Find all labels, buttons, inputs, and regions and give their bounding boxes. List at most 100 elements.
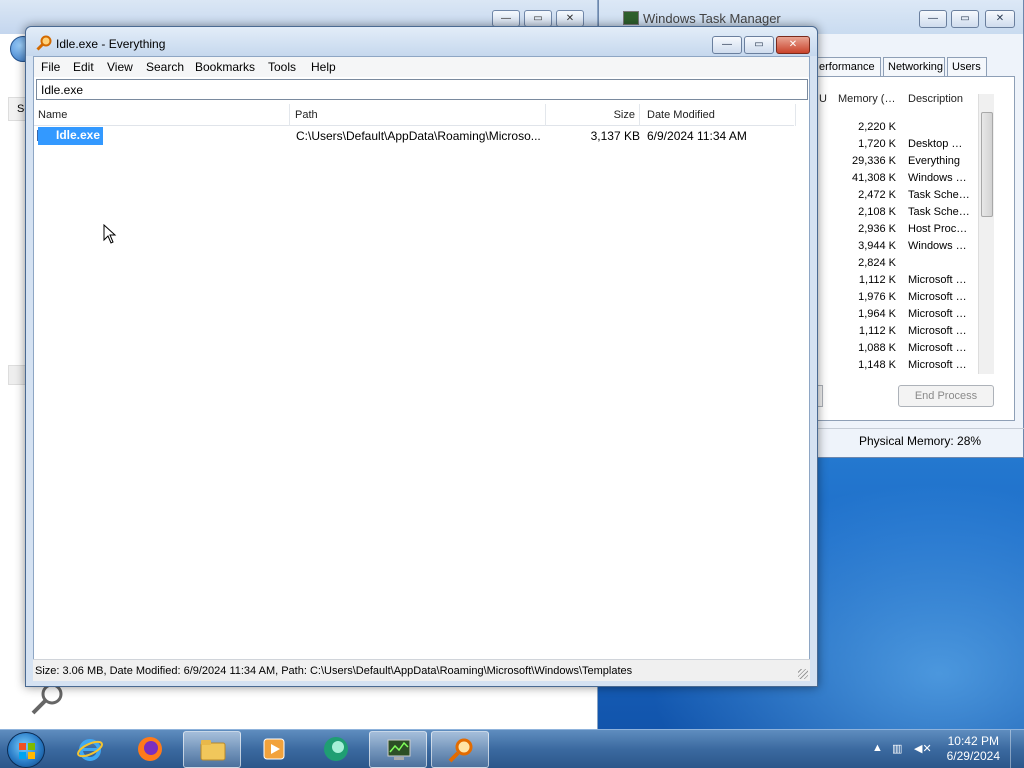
menu-search[interactable]: Search	[146, 60, 184, 74]
process-description[interactable]: Host Proc…	[908, 223, 972, 235]
ev-maximize-button[interactable]: ▭	[744, 36, 774, 54]
everything-window[interactable]: Idle.exe - Everything — ▭ ✕ File Edit Vi…	[25, 26, 818, 687]
tab-networking[interactable]: Networking	[883, 57, 945, 76]
menu-edit[interactable]: Edit	[73, 60, 94, 74]
column-size[interactable]: Size	[546, 104, 640, 126]
process-memory[interactable]: 41,308 K	[829, 172, 896, 184]
taskbar-everything[interactable]	[431, 731, 489, 768]
process-description[interactable]: Task Sche…	[908, 206, 972, 218]
result-name[interactable]: Idle.exe	[38, 127, 104, 145]
process-memory[interactable]: 1,720 K	[829, 138, 896, 150]
process-memory[interactable]: 29,336 K	[829, 155, 896, 167]
result-size[interactable]: 3,137 KB	[546, 129, 640, 143]
menu-tools[interactable]: Tools	[268, 60, 296, 74]
menu-file[interactable]: File	[41, 60, 60, 74]
process-memory[interactable]: 1,964 K	[829, 308, 896, 320]
task-manager-status: Physical Memory: 28%	[815, 428, 1024, 452]
everything-titlebar[interactable]: Idle.exe - Everything — ▭ ✕	[26, 27, 817, 56]
everything-title: Idle.exe - Everything	[56, 37, 166, 51]
mouse-cursor-icon	[103, 224, 117, 244]
everything-magnifier-icon	[36, 35, 52, 51]
taskbar-firefox[interactable]	[121, 731, 179, 768]
clock[interactable]: 10:42 PM 6/29/2024	[947, 734, 1000, 764]
taskbar-green-app[interactable]	[307, 731, 365, 768]
tm-minimize-button[interactable]: —	[919, 10, 947, 28]
windows-logo-icon	[19, 743, 35, 759]
taskbar-media-player[interactable]	[245, 731, 303, 768]
bg-minimize-button[interactable]: —	[492, 10, 520, 27]
process-description[interactable]: Windows …	[908, 172, 972, 184]
column-cpu[interactable]: U	[819, 93, 827, 113]
show-desktop-button[interactable]	[1010, 730, 1024, 768]
process-list-scrollbar[interactable]	[978, 94, 994, 374]
process-description[interactable]: Microsoft …	[908, 325, 972, 337]
bg-maximize-button[interactable]: ▭	[524, 10, 552, 27]
tab-performance[interactable]: erformance	[815, 57, 881, 76]
ev-minimize-button[interactable]: —	[712, 36, 742, 54]
everything-icon	[448, 738, 473, 763]
process-memory[interactable]: 1,976 K	[829, 291, 896, 303]
process-description[interactable]: Desktop …	[908, 138, 972, 150]
result-date[interactable]: 6/9/2024 11:34 AM	[647, 129, 747, 143]
process-description[interactable]: Microsoft …	[908, 274, 972, 286]
process-description[interactable]: Windows …	[908, 240, 972, 252]
column-memory[interactable]: Memory (…	[838, 93, 895, 113]
process-description[interactable]: Microsoft …	[908, 308, 972, 320]
results-header: Name Path Size Date Modified	[34, 104, 796, 126]
taskbar-internet-explorer[interactable]	[61, 731, 119, 768]
ev-close-button[interactable]: ✕	[776, 36, 810, 54]
status-text: Size: 3.06 MB, Date Modified: 6/9/2024 1…	[35, 665, 633, 677]
taskbar: ▲ ▥ ◀✕ 10:42 PM 6/29/2024	[0, 729, 1024, 768]
process-description[interactable]: Microsoft …	[908, 291, 972, 303]
scrollbar-thumb[interactable]	[981, 112, 993, 217]
process-memory[interactable]: 2,936 K	[829, 223, 896, 235]
column-date-modified[interactable]: Date Modified	[640, 104, 796, 126]
process-description[interactable]: Microsoft …	[908, 342, 972, 354]
process-memory[interactable]: 1,088 K	[829, 342, 896, 354]
green-app-icon	[324, 737, 348, 761]
menu-help[interactable]: Help	[311, 60, 336, 74]
result-row[interactable]: Idle.exe C:\Users\Default\AppData\Roamin…	[34, 127, 794, 145]
menu-bar: File Edit View Search Bookmarks Tools He…	[34, 57, 809, 77]
everything-status-bar: Size: 3.06 MB, Date Modified: 6/9/2024 1…	[33, 659, 810, 681]
process-description[interactable]: Everything	[908, 155, 972, 167]
show-hidden-icons-icon[interactable]: ▲	[872, 742, 888, 756]
menu-bookmarks[interactable]: Bookmarks	[195, 60, 255, 74]
column-name[interactable]: Name	[34, 104, 290, 126]
system-tray: ▲ ▥ ◀✕ 10:42 PM 6/29/2024	[864, 730, 1024, 768]
process-description[interactable]: Task Sche…	[908, 189, 972, 201]
column-description[interactable]: Description	[908, 93, 963, 113]
start-button[interactable]	[7, 732, 45, 768]
task-manager-app-icon	[623, 11, 639, 25]
folder-icon	[200, 740, 226, 761]
process-memory[interactable]: 1,112 K	[829, 325, 896, 337]
process-memory[interactable]: 1,148 K	[829, 359, 896, 371]
bg-close-button[interactable]: ✕	[556, 10, 584, 27]
tab-users[interactable]: Users	[947, 57, 987, 76]
result-path[interactable]: C:\Users\Default\AppData\Roaming\Microso…	[296, 129, 541, 143]
process-memory[interactable]: 2,108 K	[829, 206, 896, 218]
resize-grip[interactable]	[798, 669, 808, 679]
menu-view[interactable]: View	[107, 60, 133, 74]
task-manager-title: Windows Task Manager	[643, 11, 781, 26]
process-memory[interactable]: 2,220 K	[829, 121, 896, 133]
tm-close-button[interactable]: ✕	[985, 10, 1015, 28]
task-manager-icon	[387, 739, 411, 760]
end-process-button[interactable]: End Process	[898, 385, 994, 407]
column-path[interactable]: Path	[290, 104, 546, 126]
volume-muted-icon[interactable]: ◀✕	[914, 742, 932, 756]
tm-maximize-button[interactable]: ▭	[951, 10, 979, 28]
clock-time: 10:42 PM	[947, 734, 999, 748]
firefox-icon	[138, 737, 162, 761]
taskbar-task-manager[interactable]	[369, 731, 427, 768]
network-icon[interactable]: ▥	[892, 742, 908, 756]
search-input[interactable]	[36, 79, 808, 100]
process-memory[interactable]: 3,944 K	[829, 240, 896, 252]
media-player-icon	[263, 738, 285, 760]
everything-client: File Edit View Search Bookmarks Tools He…	[33, 56, 810, 681]
process-memory[interactable]: 2,472 K	[829, 189, 896, 201]
taskbar-file-explorer[interactable]	[183, 731, 241, 768]
process-memory[interactable]: 1,112 K	[829, 274, 896, 286]
process-description[interactable]: Microsoft …	[908, 359, 972, 371]
process-memory[interactable]: 2,824 K	[829, 257, 896, 269]
